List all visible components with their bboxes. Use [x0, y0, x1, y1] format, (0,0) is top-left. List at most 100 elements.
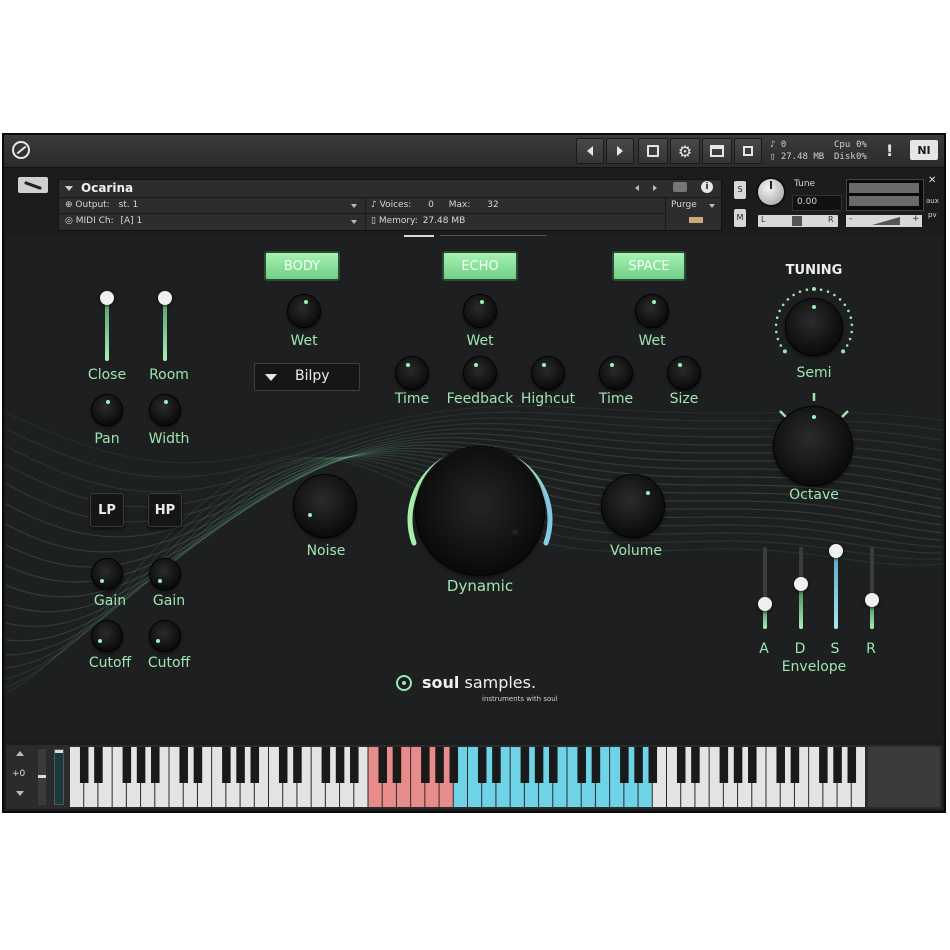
black-key[interactable]	[719, 747, 729, 783]
black-key[interactable]	[79, 747, 89, 783]
output-dropdown-icon[interactable]	[351, 204, 357, 208]
black-key[interactable]	[648, 747, 658, 783]
volume-slider[interactable]: - +	[846, 214, 922, 227]
room-slider-handle[interactable]	[158, 291, 172, 305]
black-key[interactable]	[278, 747, 288, 783]
mod-wheel[interactable]	[54, 749, 64, 805]
max-value[interactable]: 32	[487, 200, 498, 210]
hp-cutoff-knob[interactable]	[150, 621, 180, 651]
echo-fx-button[interactable]: ECHO	[442, 251, 518, 281]
hp-filter-button[interactable]: HP	[148, 493, 182, 527]
black-key[interactable]	[293, 747, 302, 783]
pv-button[interactable]: pv	[928, 211, 937, 219]
envelope-decay-handle[interactable]	[794, 576, 808, 591]
space-wet-knob[interactable]	[636, 295, 668, 327]
black-key[interactable]	[833, 747, 842, 783]
ni-logo[interactable]: NI	[910, 140, 938, 160]
black-key[interactable]	[733, 747, 743, 783]
lp-cutoff-knob[interactable]	[92, 621, 122, 651]
black-key[interactable]	[591, 747, 601, 783]
black-key[interactable]	[847, 747, 857, 783]
black-key[interactable]	[193, 747, 203, 783]
tune-knob[interactable]	[758, 179, 784, 205]
black-key[interactable]	[534, 747, 544, 783]
space-time-knob[interactable]	[600, 357, 632, 389]
black-key[interactable]	[421, 747, 430, 783]
space-fx-button[interactable]: SPACE	[612, 251, 686, 281]
lp-gain-knob[interactable]	[92, 559, 122, 589]
space-size-knob[interactable]	[668, 357, 700, 389]
body-fx-button[interactable]: BODY	[264, 251, 340, 281]
midi-dropdown-icon[interactable]	[351, 220, 357, 224]
body-wet-knob[interactable]	[288, 295, 320, 327]
midi-field[interactable]: ◎ MIDI Ch: [A] 1	[65, 216, 142, 226]
black-key[interactable]	[435, 747, 444, 783]
body-preset-dropdown[interactable]: Bilpy	[254, 363, 360, 391]
edit-wrench-button[interactable]	[18, 177, 48, 193]
black-key[interactable]	[222, 747, 231, 783]
black-key[interactable]	[136, 747, 146, 783]
black-key[interactable]	[748, 747, 757, 783]
black-key[interactable]	[477, 747, 487, 783]
pan-slider[interactable]: L R	[758, 215, 838, 227]
octave-knob[interactable]	[774, 407, 852, 485]
echo-highcut-knob[interactable]	[532, 357, 564, 389]
solo-button[interactable]: S	[734, 181, 746, 199]
semi-knob[interactable]	[786, 299, 842, 355]
next-button[interactable]	[606, 138, 634, 164]
pitch-wheel[interactable]	[38, 749, 46, 805]
aux-button[interactable]: aux	[926, 197, 939, 205]
close-instrument-icon[interactable]: ✕	[928, 175, 936, 186]
collapse-arrow-icon[interactable]	[65, 186, 73, 191]
black-key[interactable]	[151, 747, 160, 783]
octave-up-icon[interactable]	[16, 751, 24, 756]
black-key[interactable]	[94, 747, 103, 783]
prev-instrument-icon[interactable]	[635, 185, 639, 191]
black-key[interactable]	[122, 747, 132, 783]
purge-dropdown-icon[interactable]	[709, 204, 715, 208]
black-key[interactable]	[520, 747, 530, 783]
tune-value-field[interactable]: 0.00	[792, 195, 842, 211]
pan-handle[interactable]	[792, 216, 802, 226]
width-knob[interactable]	[150, 395, 180, 425]
view-button[interactable]	[702, 138, 732, 164]
settings-button[interactable]: ⚙	[670, 138, 700, 164]
black-key[interactable]	[350, 747, 359, 783]
purge-button[interactable]: Purge	[671, 200, 697, 210]
lp-filter-button[interactable]: LP	[90, 493, 124, 527]
close-slider-handle[interactable]	[100, 291, 114, 305]
black-key[interactable]	[676, 747, 686, 783]
black-key[interactable]	[620, 747, 629, 783]
piano-keys[interactable]	[70, 747, 866, 807]
echo-wet-knob[interactable]	[464, 295, 496, 327]
dynamic-knob[interactable]	[416, 447, 544, 575]
hp-gain-knob[interactable]	[150, 559, 180, 589]
prev-button[interactable]	[576, 138, 604, 164]
output-field[interactable]: ⊕ Output: st. 1	[65, 200, 138, 210]
black-key[interactable]	[449, 747, 459, 783]
info-icon[interactable]: i	[701, 181, 713, 193]
black-key[interactable]	[236, 747, 245, 783]
save-button[interactable]	[638, 138, 668, 164]
echo-feedback-knob[interactable]	[464, 357, 496, 389]
black-key[interactable]	[634, 747, 643, 783]
pan-knob[interactable]	[92, 395, 122, 425]
black-key[interactable]	[492, 747, 501, 783]
black-key[interactable]	[179, 747, 188, 783]
black-key[interactable]	[549, 747, 558, 783]
next-instrument-icon[interactable]	[653, 185, 657, 191]
echo-time-knob[interactable]	[396, 357, 428, 389]
camera-icon[interactable]	[673, 182, 687, 192]
instrument-name[interactable]: Ocarina	[81, 181, 133, 195]
black-key[interactable]	[321, 747, 331, 783]
black-key[interactable]	[776, 747, 785, 783]
black-key[interactable]	[335, 747, 345, 783]
black-key[interactable]	[577, 747, 586, 783]
black-key[interactable]	[819, 747, 828, 783]
black-key[interactable]	[691, 747, 700, 783]
volume-knob[interactable]	[602, 475, 664, 537]
minimize-button[interactable]	[734, 138, 762, 164]
black-key[interactable]	[790, 747, 800, 783]
black-key[interactable]	[392, 747, 402, 783]
envelope-sustain-handle[interactable]	[829, 544, 843, 559]
